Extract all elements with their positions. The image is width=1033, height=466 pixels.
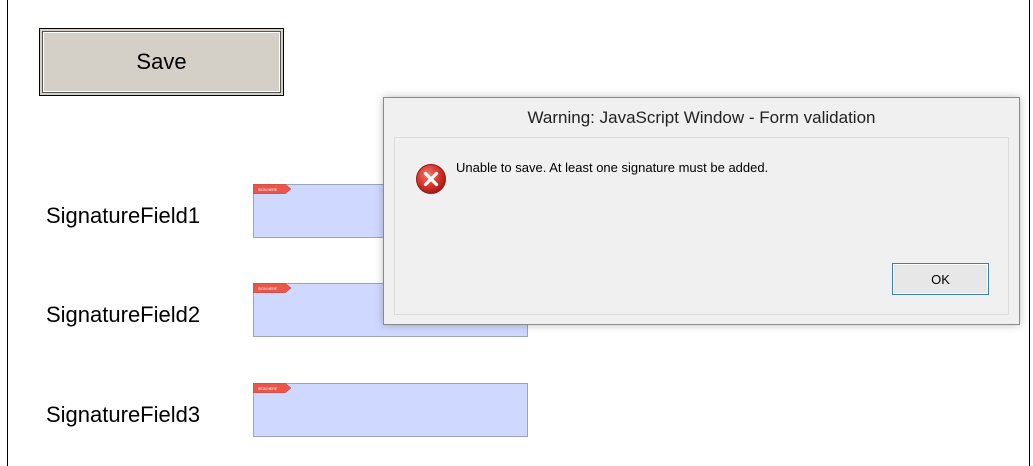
sign-here-flag-text: SIGN HERE: [258, 188, 278, 192]
warning-dialog: Warning: JavaScript Window - Form valida…: [383, 97, 1020, 325]
dialog-title[interactable]: Warning: JavaScript Window - Form valida…: [384, 98, 1019, 138]
signature-field-3[interactable]: SIGN HERE: [253, 383, 528, 437]
sign-here-flag-icon: SIGN HERE: [253, 383, 292, 393]
save-button[interactable]: Save: [39, 28, 284, 96]
dialog-message: Unable to save. At least one signature m…: [456, 160, 769, 175]
signature-field-1-label: SignatureField1: [46, 203, 201, 228]
signature-field-3-label: SignatureField3: [46, 402, 201, 427]
sign-here-flag-icon: SIGN HERE: [253, 184, 292, 194]
ok-button[interactable]: OK: [892, 263, 989, 295]
sign-here-flag-text: SIGN HERE: [258, 387, 278, 391]
error-icon: [415, 163, 447, 195]
signature-field-2-label: SignatureField2: [46, 302, 201, 327]
sign-here-flag-text: SIGN HERE: [258, 287, 278, 291]
dialog-body: Unable to save. At least one signature m…: [394, 137, 1009, 315]
sign-here-flag-icon: SIGN HERE: [253, 283, 292, 293]
